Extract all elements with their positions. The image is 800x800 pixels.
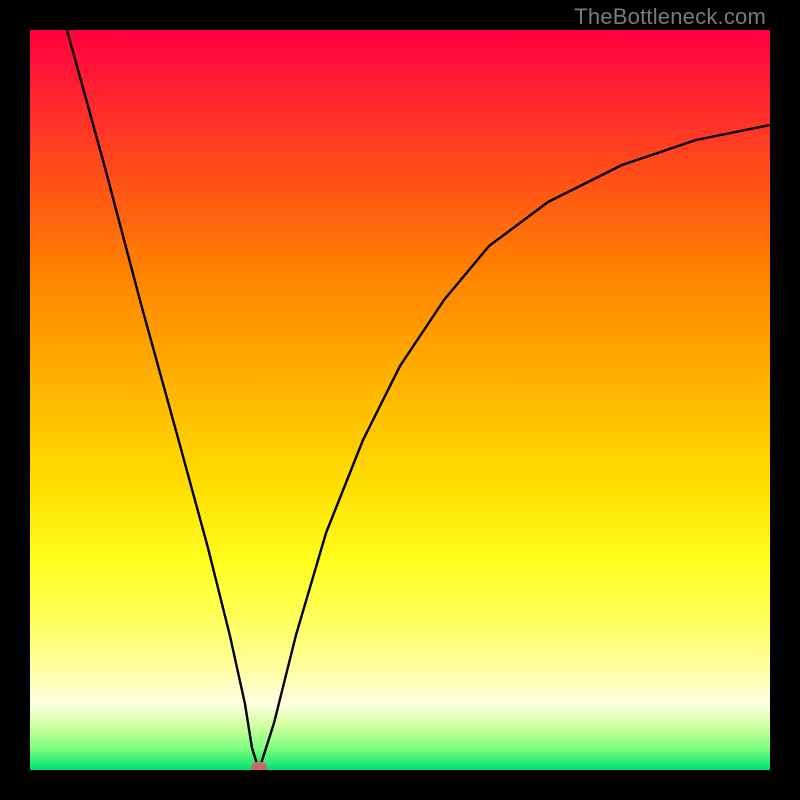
minimum-marker-icon	[251, 762, 267, 771]
watermark-text: TheBottleneck.com	[574, 4, 766, 30]
chart-frame: TheBottleneck.com	[0, 0, 800, 800]
curve-svg	[30, 30, 770, 770]
bottleneck-curve	[67, 30, 770, 770]
plot-area	[30, 30, 770, 770]
